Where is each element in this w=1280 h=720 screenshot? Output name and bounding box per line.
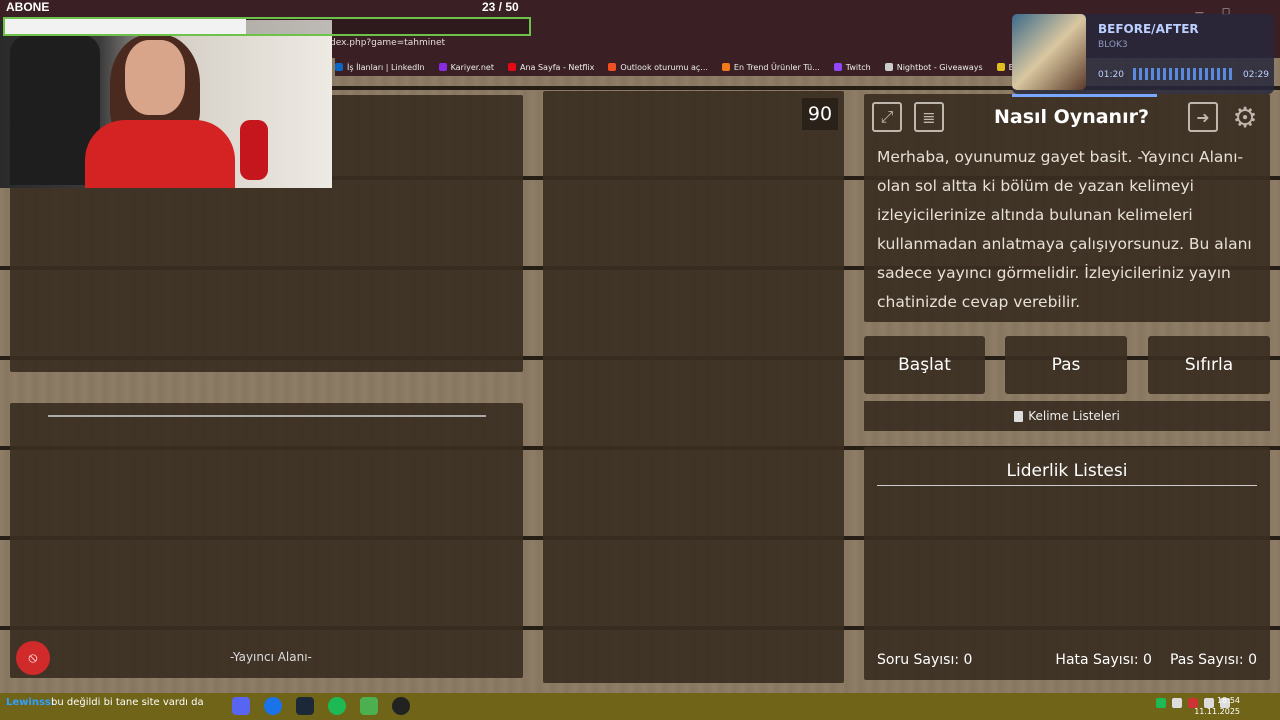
bookmark-item[interactable]: Nightbot - Giveaways: [884, 62, 983, 72]
countdown-timer: 90: [802, 98, 838, 130]
logout-icon[interactable]: ➜: [1188, 102, 1218, 132]
bookmark-favicon-icon: [884, 63, 893, 71]
chat-username: Lewinss:: [6, 697, 55, 708]
bookmarks-bar: İş İlanları | LinkedIn Kariyer.net Ana Say…: [335, 58, 1057, 76]
howto-title: Nasıl Oynanır?: [994, 106, 1149, 128]
obs-icon[interactable]: [392, 697, 410, 715]
notes-icon[interactable]: ≣: [914, 102, 944, 132]
sub-goal-count: 23 / 50: [482, 0, 519, 14]
start-button[interactable]: Başlat: [864, 336, 985, 394]
settings-gear-icon[interactable]: ⚙: [1230, 101, 1260, 134]
track-progress: [1012, 94, 1157, 97]
bookmark-item[interactable]: İş İlanları | LinkedIn: [335, 63, 425, 72]
bookmark-favicon-icon: [833, 63, 842, 71]
bookmark-label: Ana Sayfa - Netflix: [519, 62, 595, 72]
error-count: Hata Sayısı: 0: [1055, 652, 1152, 668]
album-art: [1012, 14, 1086, 90]
question-count: Soru Sayısı: 0: [877, 652, 973, 668]
bookmark-favicon-icon: [996, 63, 1005, 71]
elapsed-time: 01:20: [1098, 70, 1124, 80]
song-artist: BLOK3: [1098, 40, 1128, 50]
document-icon: [1014, 410, 1024, 422]
leaderboard-title: Liderlik Listesi: [1006, 461, 1128, 481]
bookmark-item[interactable]: Kariyer.net: [438, 62, 494, 72]
pass-button[interactable]: Pas: [1005, 336, 1127, 394]
waveform: [1133, 68, 1233, 80]
bookmark-favicon-icon: [335, 63, 343, 71]
reset-button[interactable]: Sıfırla: [1148, 336, 1270, 394]
store-icon[interactable]: [360, 697, 378, 715]
bookmark-label: Nightbot - Giveaways: [896, 62, 983, 72]
spotify-tray-icon[interactable]: [1156, 698, 1166, 708]
bookmark-item[interactable]: Ana Sayfa - Netflix: [507, 62, 595, 72]
chrome-icon[interactable]: [264, 697, 282, 715]
address-bar[interactable]: dex.php?game=tahminet: [330, 34, 530, 52]
word-lists-label: Kelime Listeleri: [1028, 409, 1120, 423]
bookmark-item[interactable]: En Trend Ürünler Tü...: [721, 62, 820, 72]
spotify-icon[interactable]: [328, 697, 346, 715]
pass-count: Pas Sayısı: 0: [1169, 652, 1257, 668]
bookmark-label: Kariyer.net: [450, 62, 494, 72]
clock-time: 18:54: [1216, 696, 1240, 705]
steam-icon[interactable]: [296, 697, 314, 715]
sub-goal-label: ABONE: [6, 0, 50, 14]
bookmark-label: En Trend Ürünler Tü...: [733, 62, 820, 72]
bookmark-item[interactable]: Twitch: [833, 62, 871, 72]
track-duration: 02:29: [1243, 70, 1269, 80]
streamer-area-divider: [48, 415, 486, 417]
sub-goal-progress: [3, 17, 531, 36]
bookmark-item[interactable]: Outlook oturumu aç...: [608, 63, 708, 72]
leaderboard-divider: [877, 485, 1257, 486]
bookmark-favicon-icon: [721, 63, 730, 71]
howto-panel: ⤢ ≣ Nasıl Oynanır? ➜ ⚙ Merhaba, oyunumuz…: [864, 94, 1270, 322]
sub-goal-fill: [5, 19, 247, 34]
bookmark-label: Twitch: [845, 62, 871, 72]
bookmark-label: İş İlanları | LinkedIn: [347, 62, 425, 72]
bookmark-favicon-icon: [438, 63, 447, 71]
streamer-area-label: -Yayıncı Alanı-: [230, 650, 312, 664]
chat-message: bu değildi bi tane site vardı da: [51, 697, 204, 708]
record-stop-icon[interactable]: ⦸: [16, 641, 50, 675]
bookmark-favicon-icon: [507, 63, 516, 71]
taskbar-apps: [232, 697, 410, 715]
clock-date: 11.11.2025: [1194, 707, 1240, 716]
leaderboard-panel: Liderlik Listesi Soru Sayısı: 0 Hata Say…: [864, 447, 1270, 680]
word-lists-button[interactable]: Kelime Listeleri: [864, 401, 1270, 431]
streamer-area: [10, 403, 523, 678]
bookmark-label: Outlook oturumu aç...: [620, 62, 708, 72]
fullscreen-icon[interactable]: ⤢: [872, 102, 902, 132]
center-panel: [543, 91, 844, 683]
streamer: [70, 34, 235, 188]
stats-row: Soru Sayısı: 0 Hata Sayısı: 0 Pas Sayısı…: [877, 652, 1257, 668]
song-title: BEFORE/AFTER: [1098, 22, 1199, 36]
discord-icon[interactable]: [232, 697, 250, 715]
nvidia-tray-icon[interactable]: [1172, 698, 1182, 708]
bookmark-favicon-icon: [608, 63, 617, 71]
now-playing-widget: BEFORE/AFTER BLOK3 01:20 02:29: [1012, 14, 1274, 97]
microphone: [240, 120, 268, 180]
taskbar: Lewinss: bu değildi bi tane site vardı d…: [0, 693, 1280, 720]
system-clock[interactable]: 18:54 11.11.2025: [1194, 695, 1240, 717]
webcam-feed: [0, 20, 332, 188]
howto-text: Merhaba, oyunumuz gayet basit. -Yayıncı …: [877, 148, 1252, 311]
